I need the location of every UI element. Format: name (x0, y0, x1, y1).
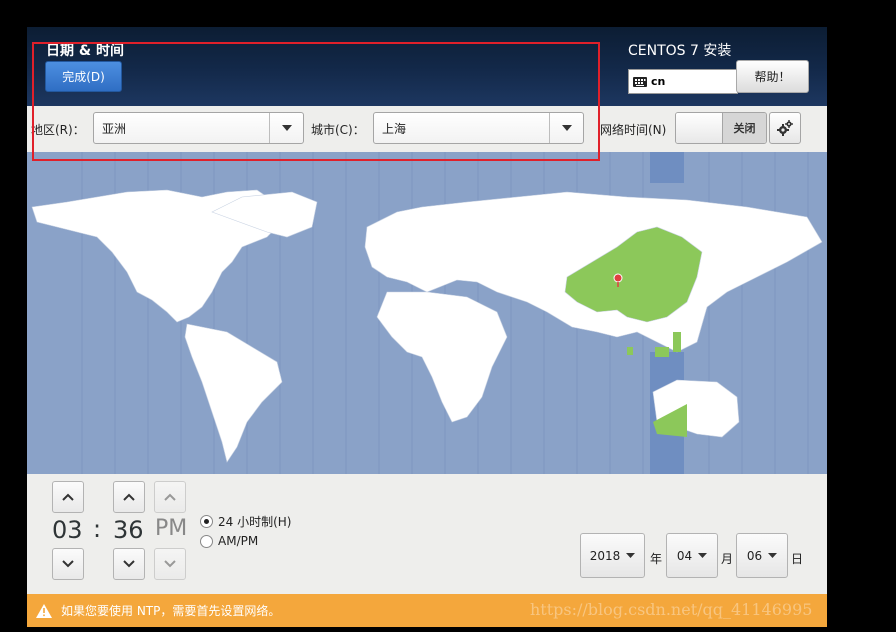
year-unit: 年 (650, 552, 663, 566)
minute-value: 36 (113, 516, 144, 544)
chevron-down-icon (549, 113, 583, 143)
watermark: https://blog.csdn.net/qq_41146995 (530, 600, 813, 619)
city-value: 上海 (382, 121, 407, 136)
warning-text: 如果您要使用 NTP，需要首先设置网络。 (61, 604, 281, 618)
radio-selected-icon (200, 515, 213, 528)
month-unit: 月 (721, 552, 734, 566)
timezone-highlight-top (650, 152, 684, 183)
help-button[interactable]: 帮助！ (736, 60, 809, 93)
continent-africa (376, 291, 508, 423)
radio-unselected-icon (200, 534, 213, 548)
header-bar: 日期 & 时间 完成(D) CENTOS 7 安装 cn 帮助！ (27, 27, 827, 106)
keyboard-layout-indicator[interactable]: cn (628, 69, 738, 94)
time-date-panel: 03 : 36 PM 24 小时制(H) AM/PM 2018 年 04 月 0… (27, 474, 827, 594)
day-unit: 日 (791, 552, 804, 566)
day-value: 06 (746, 548, 763, 563)
installer-window: 日期 & 时间 完成(D) CENTOS 7 安装 cn 帮助！ 地区(R)： … (27, 27, 827, 627)
ntp-label: 网络时间(N) (600, 123, 667, 137)
keyboard-icon (633, 76, 647, 87)
format-24h-label: 24 小时制(H) (218, 515, 292, 529)
chevron-up-icon (62, 493, 74, 501)
format-ampm-label: AM/PM (218, 534, 259, 548)
day-combo[interactable]: 06 (736, 533, 788, 578)
keyboard-layout-label: cn (651, 75, 666, 88)
chevron-down-icon (768, 553, 778, 558)
region-value: 亚洲 (102, 121, 127, 136)
region-combo[interactable]: 亚洲 (93, 112, 304, 144)
ntp-settings-button[interactable] (769, 112, 801, 144)
continent-south-america (184, 323, 283, 463)
hour-up-button[interactable] (52, 481, 84, 513)
ampm-down-button[interactable] (154, 548, 186, 580)
ampm-up-button[interactable] (154, 481, 186, 513)
page-title: 日期 & 时间 (46, 43, 124, 59)
year-combo[interactable]: 2018 (580, 533, 645, 578)
month-combo[interactable]: 04 (666, 533, 718, 578)
time-separator: : (93, 515, 102, 543)
warning-icon (36, 603, 52, 618)
ntp-state-label: 关闭 (723, 113, 766, 143)
chevron-up-icon (123, 493, 135, 501)
city-label: 城市(C)： (311, 123, 365, 137)
chevron-down-icon (698, 553, 708, 558)
chevron-down-icon (164, 560, 176, 568)
format-24h-radio[interactable]: 24 小时制(H) (200, 513, 291, 530)
ntp-toggle-switch[interactable]: 关闭 (675, 112, 767, 144)
toggle-knob (676, 113, 723, 143)
chevron-down-icon (123, 560, 135, 568)
gear-icon (777, 120, 793, 136)
world-map[interactable] (27, 152, 827, 474)
format-ampm-radio[interactable]: AM/PM (200, 534, 258, 548)
month-value: 04 (676, 548, 693, 563)
chevron-down-icon (626, 553, 636, 558)
region-label: 地区(R)： (31, 123, 85, 137)
timezone-toolbar: 地区(R)： 亚洲 城市(C)： 上海 网络时间(N) 关闭 (27, 106, 827, 152)
product-title: CENTOS 7 安装 (628, 43, 732, 59)
timezone-map[interactable] (27, 152, 827, 474)
minute-up-button[interactable] (113, 481, 145, 513)
chevron-down-icon (62, 560, 74, 568)
chevron-up-icon (164, 493, 176, 501)
minute-down-button[interactable] (113, 548, 145, 580)
hour-value: 03 (52, 516, 83, 544)
year-value: 2018 (589, 548, 621, 563)
city-combo[interactable]: 上海 (373, 112, 584, 144)
hour-down-button[interactable] (52, 548, 84, 580)
ampm-value: PM (155, 516, 188, 541)
chevron-down-icon (269, 113, 303, 143)
done-button[interactable]: 完成(D) (45, 61, 122, 92)
